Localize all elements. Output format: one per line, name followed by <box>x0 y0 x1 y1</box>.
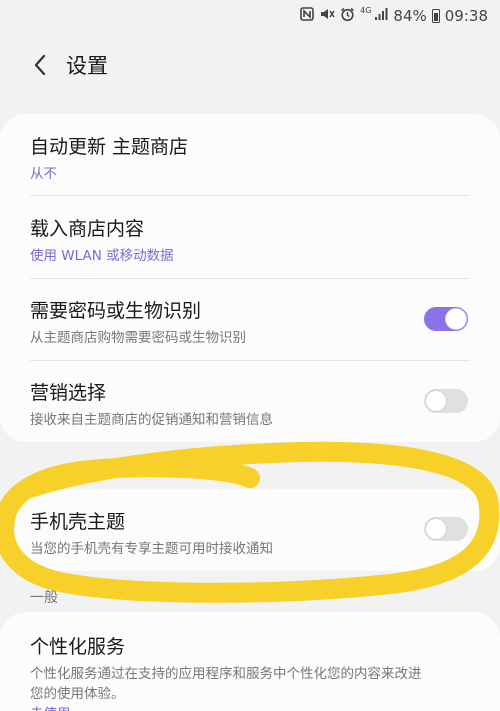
setting-title: 个性化服务 <box>30 636 126 658</box>
battery-icon <box>431 9 440 23</box>
toggle-knob <box>425 518 447 540</box>
setting-subtitle: 使用 WLAN 或移动数据 <box>30 248 174 264</box>
setting-marketing[interactable]: 营销选择 接收来自主题商店的促销通知和营销信息 <box>0 360 500 442</box>
network-type: 4G <box>360 6 372 15</box>
setting-title: 营销选择 <box>30 382 107 404</box>
setting-status: 未使用 <box>30 702 71 711</box>
app-header: 设置 <box>0 40 500 90</box>
setting-description: 个性化服务通过在支持的应用程序和服务中个性化您的内容来改进 <box>30 666 422 682</box>
mute-vibrate-icon <box>319 7 335 25</box>
toggle-knob <box>445 308 467 330</box>
general-card: 个性化服务 个性化服务通过在支持的应用程序和服务中个性化您的内容来改进 您的使用… <box>0 612 500 711</box>
chevron-left-icon <box>34 54 46 76</box>
settings-screen: 4G 84% 09:38 设置 自动更新 主题商店 从不 载入商店内容 使用 W… <box>0 0 500 711</box>
setting-subtitle: 当您的手机壳有专享主题可用时接收通知 <box>30 541 273 557</box>
battery-percent: 84% <box>393 7 427 25</box>
page-title: 设置 <box>66 54 108 78</box>
setting-require-password[interactable]: 需要密码或生物识别 从主题商店购物需要密码或生物识别 <box>0 278 500 360</box>
case-theme-toggle[interactable] <box>424 517 468 541</box>
setting-subtitle: 从不 <box>30 166 57 182</box>
back-button[interactable] <box>18 43 62 87</box>
alarm-icon <box>340 7 355 26</box>
setting-title: 自动更新 主题商店 <box>30 136 189 158</box>
setting-title: 载入商店内容 <box>30 218 145 240</box>
settings-card: 自动更新 主题商店 从不 载入商店内容 使用 WLAN 或移动数据 需要密码或生… <box>0 114 500 442</box>
setting-subtitle: 接收来自主题商店的促销通知和营销信息 <box>30 412 273 428</box>
nfc-icon <box>300 7 314 25</box>
setting-title: 手机壳主题 <box>30 511 126 533</box>
case-theme-card: 手机壳主题 当您的手机壳有专享主题可用时接收通知 <box>0 489 500 571</box>
setting-auto-update[interactable]: 自动更新 主题商店 从不 <box>0 114 500 196</box>
toggle-knob <box>425 390 447 412</box>
marketing-toggle[interactable] <box>424 389 468 413</box>
setting-load-content[interactable]: 载入商店内容 使用 WLAN 或移动数据 <box>0 196 500 278</box>
status-bar: 4G 84% 09:38 <box>0 0 500 32</box>
setting-case-theme[interactable]: 手机壳主题 当您的手机壳有专享主题可用时接收通知 <box>0 489 500 571</box>
setting-personalization[interactable]: 个性化服务 个性化服务通过在支持的应用程序和服务中个性化您的内容来改进 您的使用… <box>0 612 500 711</box>
section-header-general: 一般 <box>30 590 58 606</box>
password-toggle[interactable] <box>424 307 468 331</box>
setting-description: 您的使用体验。 <box>30 686 125 702</box>
setting-subtitle: 从主题商店购物需要密码或生物识别 <box>30 330 246 346</box>
setting-title: 需要密码或生物识别 <box>30 300 202 322</box>
signal-icon <box>374 7 388 25</box>
clock: 09:38 <box>444 7 488 25</box>
